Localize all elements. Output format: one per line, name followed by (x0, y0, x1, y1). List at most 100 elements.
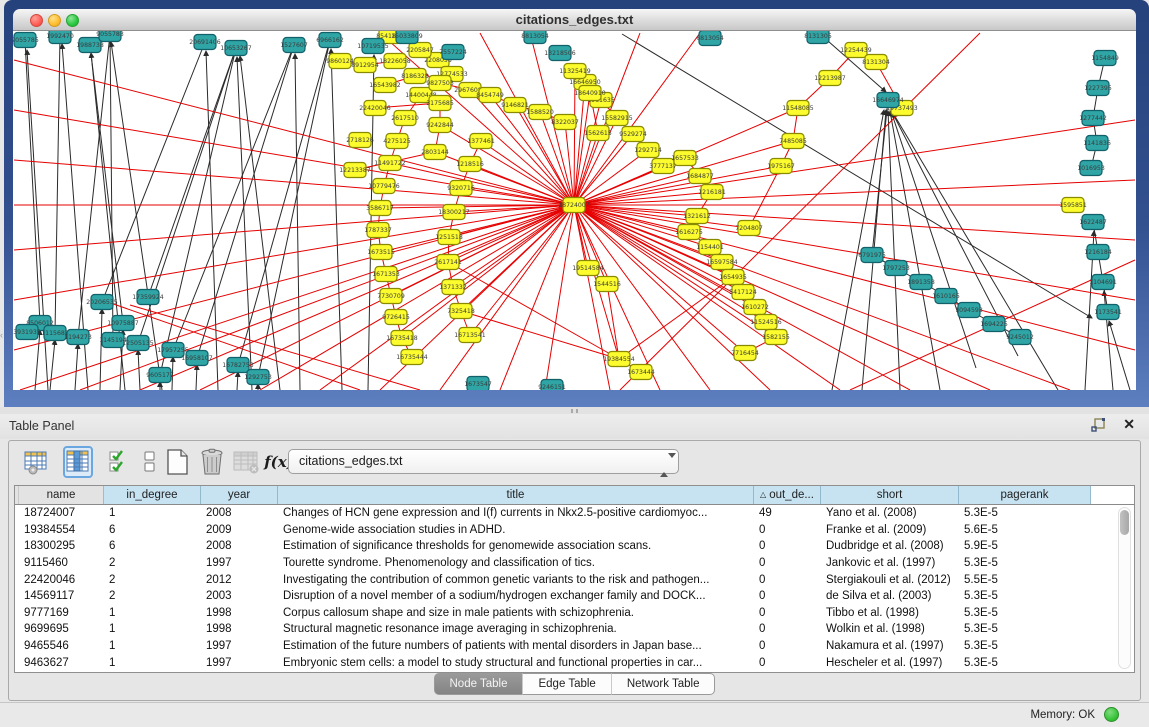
table-row[interactable]: 1872400712008Changes of HCN gene express… (15, 505, 1134, 522)
graph-node[interactable]: 1216181 (698, 185, 726, 200)
graph-node[interactable]: 10719535 (357, 39, 389, 54)
graph-node[interactable]: 7730709 (377, 289, 405, 304)
graph-node[interactable]: 12505135 (122, 336, 154, 351)
graph-node[interactable]: 1321612 (683, 209, 711, 224)
graph-node[interactable]: 9055783 (96, 31, 124, 42)
graph-node[interactable]: 16597584 (706, 255, 738, 270)
graph-node[interactable]: 2718126 (346, 133, 374, 148)
column-header-in-degree[interactable]: in_degree (104, 486, 201, 504)
graph-node[interactable]: 1694225 (980, 317, 1008, 332)
graph-node[interactable]: 19384554 (603, 352, 635, 367)
column-header-title[interactable]: title (278, 486, 754, 504)
graph-node[interactable]: 12213387 (339, 163, 371, 178)
table-row[interactable]: 969969511998Structural magnetic resonanc… (15, 621, 1134, 638)
graph-node[interactable]: 9860124 (326, 54, 354, 69)
table-row[interactable]: 1938455462009Genome-wide association stu… (15, 522, 1134, 539)
column-header-name[interactable]: name (19, 486, 104, 504)
graph-node[interactable]: 2617141 (434, 255, 462, 270)
graph-node[interactable]: 9320716 (447, 181, 475, 196)
graph-node[interactable]: 9605177 (146, 368, 174, 383)
graph-node[interactable]: 16646974 (872, 93, 904, 108)
select-rows-icon[interactable] (105, 446, 135, 478)
graph-node[interactable]: 1544516 (593, 277, 621, 292)
show-column-icon[interactable] (63, 446, 93, 478)
tab-node-table[interactable]: Node Table (434, 673, 523, 695)
graph-node[interactable]: 7485085 (779, 134, 807, 149)
graph-node[interactable]: 19514584 (572, 261, 604, 276)
graph-node[interactable]: 1277442 (1079, 111, 1107, 126)
graph-node[interactable]: 1216184 (1084, 245, 1112, 260)
graph-node[interactable]: 1104691 (1089, 275, 1117, 290)
graph-node[interactable]: 13218506 (544, 46, 576, 61)
graph-node[interactable]: 8131304 (862, 55, 890, 70)
column-header-pagerank[interactable]: pagerank (959, 486, 1091, 504)
network-canvas[interactable]: 1872400722080581277453314400448261751042… (13, 31, 1136, 390)
graph-node[interactable]: 9529274 (619, 127, 647, 142)
graph-node[interactable]: 1673515 (367, 245, 395, 260)
graph-node[interactable]: 17359924 (132, 290, 164, 305)
graph-node[interactable]: 1616275 (675, 225, 703, 240)
graph-node[interactable]: 1622487 (1079, 215, 1107, 230)
table-row[interactable]: 946554611997Estimation of the future num… (15, 638, 1134, 655)
horizontal-splitter[interactable] (0, 407, 1149, 414)
table-mode-icon[interactable] (21, 446, 51, 478)
row-height-icon[interactable] (135, 446, 165, 478)
graph-node[interactable]: 18640910 (574, 86, 606, 101)
graph-node[interactable]: 11325419 (559, 64, 591, 79)
graph-node[interactable]: 8813054 (521, 31, 549, 44)
graph-node[interactable]: 1292714 (634, 143, 662, 158)
graph-node[interactable]: 1094593 (955, 303, 983, 318)
graph-node[interactable]: 11548085 (782, 101, 814, 116)
network-window[interactable]: citations_edges.txt 18724007220805812774… (4, 0, 1149, 407)
graph-node[interactable]: 6966162 (316, 33, 344, 48)
graph-node[interactable]: 10975887 (107, 316, 139, 331)
window-titlebar[interactable]: citations_edges.txt (13, 9, 1136, 31)
table-row[interactable]: 977716911998Corpus callosum shape and si… (15, 605, 1134, 622)
graph-node[interactable]: 1154401 (696, 240, 724, 255)
graph-node[interactable]: 1154849 (1091, 51, 1119, 66)
graph-node[interactable]: 1787337 (364, 223, 392, 238)
graph-node[interactable]: 1251518 (435, 230, 463, 245)
graph-node[interactable]: 9827503 (426, 76, 454, 91)
graph-node[interactable]: 1141836 (1083, 136, 1111, 151)
graph-node[interactable]: 15033809 (391, 31, 423, 44)
graph-node[interactable]: 18226058 (379, 54, 411, 69)
memory-ok-indicator-icon[interactable] (1104, 707, 1119, 722)
graph-node[interactable]: 1292753 (244, 370, 272, 385)
graph-node[interactable]: 16735418 (386, 331, 418, 346)
graph-node[interactable]: 8454749 (476, 88, 504, 103)
graph-node[interactable]: 2803144 (421, 145, 449, 160)
graph-node[interactable]: 1227395 (1084, 81, 1112, 96)
table-row[interactable]: 1830029562008Estimation of significance … (15, 538, 1134, 555)
graph-node[interactable]: 1194273 (64, 330, 92, 345)
graph-node[interactable]: 7716454 (731, 346, 759, 361)
graph-node[interactable]: 9726415 (382, 310, 410, 325)
graph-node[interactable]: 10779476 (368, 179, 400, 194)
graph-node[interactable]: 6791975 (858, 248, 886, 263)
graph-node[interactable]: 1582155 (762, 330, 790, 345)
column-header-out-degree[interactable]: △out_de... (754, 486, 821, 504)
graph-node[interactable]: 3175685 (426, 96, 454, 111)
graph-node[interactable]: 8912954 (351, 58, 379, 73)
graph-node[interactable]: 18300217 (438, 205, 470, 220)
graph-node[interactable]: 1610165 (932, 289, 960, 304)
graph-node[interactable]: 1588520 (526, 105, 554, 120)
graph-node[interactable]: 4275125 (383, 134, 411, 149)
graph-node[interactable]: 1562615 (584, 126, 612, 141)
graph-node[interactable]: 11524516 (750, 315, 782, 330)
graph-node[interactable]: 1371332 (439, 280, 467, 295)
delete-table-icon[interactable] (231, 446, 261, 478)
graph-node[interactable]: 1654935 (719, 270, 747, 285)
graph-node[interactable]: 8186328 (401, 69, 429, 84)
graph-node[interactable]: 7325418 (447, 304, 475, 319)
graph-node[interactable]: 1527607 (280, 38, 308, 53)
table-row[interactable]: 2242004622012Investigating the contribut… (15, 571, 1134, 588)
tab-network-table[interactable]: Network Table (611, 673, 716, 695)
graph-node[interactable]: 1671353 (372, 267, 400, 282)
close-panel-icon[interactable]: ✕ (1123, 416, 1135, 433)
graph-node[interactable]: 9246151 (538, 380, 566, 391)
column-header-year[interactable]: year (201, 486, 278, 504)
graph-node[interactable]: 1797253 (882, 261, 910, 276)
graph-node[interactable]: 9245012 (1006, 330, 1034, 345)
graph-node[interactable]: 1218516 (456, 157, 484, 172)
